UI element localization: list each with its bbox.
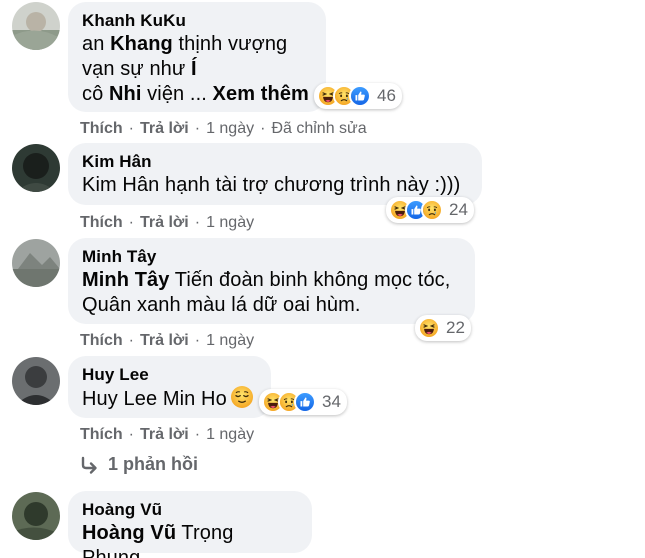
mention[interactable]: Khang (110, 33, 173, 55)
comment-bubble: Hoàng Vũ Hoàng Vũ Trọng Phụng (68, 491, 312, 558)
avatar[interactable] (12, 492, 60, 540)
reaction-summary[interactable]: 24 (386, 197, 474, 223)
reaction-count: 46 (377, 86, 396, 105)
timestamp[interactable]: 1 ngày (206, 120, 254, 137)
comment-actions: Thích · Trả lời · 1 ngày (80, 214, 255, 231)
reply-button[interactable]: Trả lời (140, 214, 189, 231)
avatar[interactable] (12, 239, 60, 287)
edited-label[interactable]: Đã chỉnh sửa (271, 120, 366, 137)
haha-icon (418, 317, 440, 339)
like-icon (349, 85, 371, 107)
reaction-summary[interactable]: 46 (314, 83, 402, 109)
avatar[interactable] (12, 144, 60, 192)
comment-actions: Thích · Trả lời · 1 ngày (80, 332, 255, 349)
comment-actions: Thích · Trả lời · 1 ngày (80, 426, 255, 443)
comment-bubble: Huy Lee Huy Lee Min Ho (68, 356, 271, 418)
reaction-count: 24 (449, 200, 468, 219)
reply-button[interactable]: Trả lời (140, 426, 189, 443)
timestamp[interactable]: 1 ngày (206, 426, 254, 443)
like-button[interactable]: Thích (80, 332, 123, 349)
comment-text: Kim Hân hạnh tài trợ chương trình này :)… (82, 174, 461, 196)
comment-text: an Khang thịnh vượng vạn sự như Í cô Nhi… (82, 33, 309, 105)
avatar[interactable] (12, 357, 60, 405)
timestamp[interactable]: 1 ngày (206, 214, 254, 231)
reply-button[interactable]: Trả lời (140, 332, 189, 349)
comment-author[interactable]: Huy Lee (82, 364, 255, 386)
like-button[interactable]: Thích (80, 214, 123, 231)
timestamp[interactable]: 1 ngày (206, 332, 254, 349)
reply-button[interactable]: Trả lời (140, 120, 189, 137)
like-button[interactable]: Thích (80, 120, 123, 137)
reaction-summary[interactable]: 34 (259, 389, 347, 415)
reaction-summary[interactable]: 22 (415, 315, 471, 341)
reply-arrow-icon (81, 456, 97, 474)
mention[interactable]: Minh Tây (82, 269, 169, 291)
see-more-link[interactable]: Xem thêm (213, 83, 309, 105)
comment-author[interactable]: Khanh KuKu (82, 10, 310, 32)
comment-author[interactable]: Hoàng Vũ (82, 499, 296, 521)
avatar[interactable] (12, 2, 60, 50)
comment-bubble: Minh Tây Minh Tây Tiến đoàn binh không m… (68, 238, 475, 324)
comment-text: Huy Lee Min Ho (82, 386, 255, 412)
comment-text: Minh Tây Tiến đoàn binh không mọc tóc, Q… (82, 269, 451, 316)
comment-bubble: Kim Hân Kim Hân hạnh tài trợ chương trìn… (68, 143, 482, 205)
comment-author[interactable]: Kim Hân (82, 151, 466, 173)
comment-actions: Thích · Trả lời · 1 ngày · Đã chỉnh sửa (80, 120, 367, 137)
reaction-count: 22 (446, 318, 465, 337)
mention[interactable]: Nhi (109, 83, 142, 105)
mention[interactable]: Í (191, 58, 197, 80)
mention[interactable]: Hoàng Vũ (82, 522, 176, 544)
like-icon (294, 391, 316, 413)
comment-bubble: Khanh KuKu an Khang thịnh vượng vạn sự n… (68, 2, 326, 112)
comment-text: Hoàng Vũ Trọng Phụng (82, 522, 234, 558)
reaction-count: 34 (322, 392, 341, 411)
like-button[interactable]: Thích (80, 426, 123, 443)
replies-count-label[interactable]: 1 phản hồi (108, 454, 198, 475)
relieved-face-icon (231, 386, 253, 408)
view-replies-link[interactable]: 1 phản hồi (80, 454, 198, 475)
comment-author[interactable]: Minh Tây (82, 246, 459, 268)
sad-icon (421, 199, 443, 221)
